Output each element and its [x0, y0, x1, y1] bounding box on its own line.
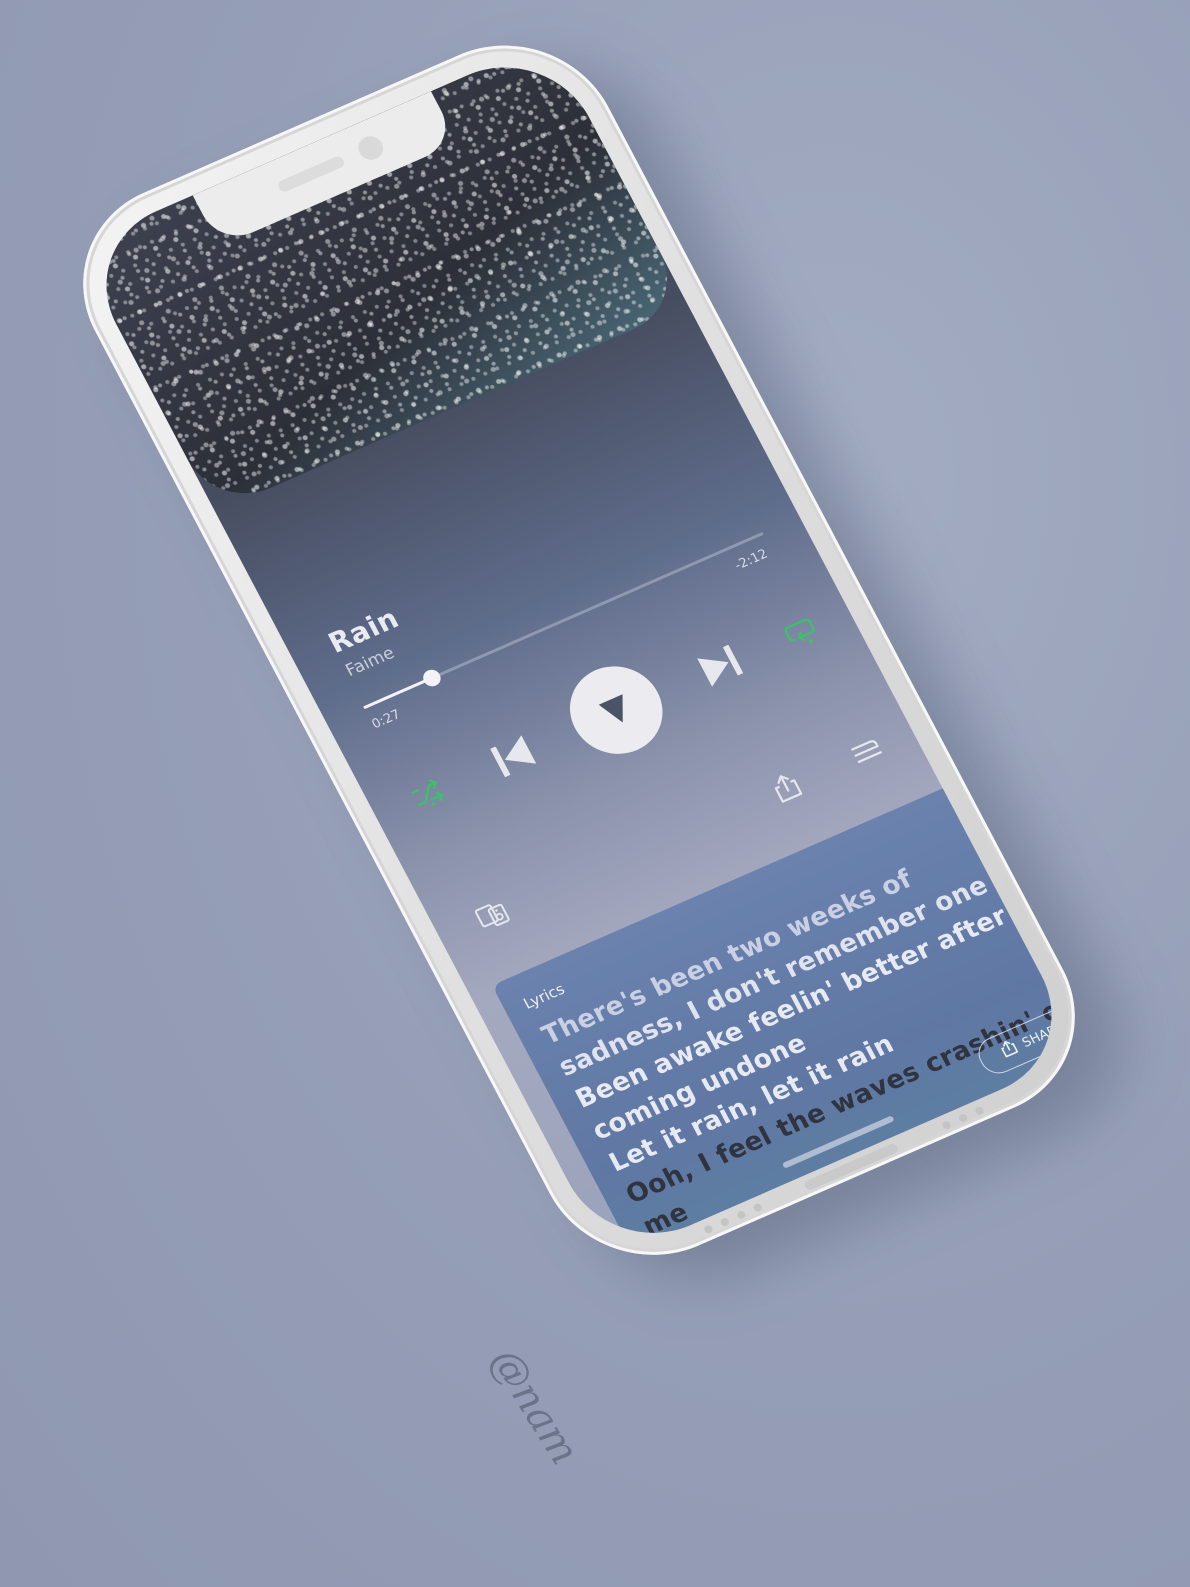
notch-speaker [276, 154, 347, 194]
stage: Rain Faime 0:27 -2:12 Lyrics There's bee… [0, 0, 1190, 1587]
next-button[interactable] [688, 637, 752, 695]
album-art [75, 39, 689, 513]
skip-previous-icon [485, 731, 541, 781]
speaker-grille [735, 1209, 747, 1221]
progress-knob[interactable] [420, 667, 444, 689]
share-icon [996, 1036, 1023, 1063]
speaker-grille [974, 1105, 986, 1116]
progress-fill [362, 676, 433, 710]
queue-icon [847, 733, 888, 770]
lyrics-label: Lyrics [520, 979, 568, 1013]
repeat-one-icon [776, 607, 826, 653]
devices-button[interactable] [468, 892, 518, 938]
play-icon [593, 688, 640, 732]
player-screen: Rain Faime 0:27 -2:12 Lyrics There's bee… [75, 39, 1083, 1261]
elapsed-time: 0:27 [369, 707, 404, 733]
speaker-grille [941, 1120, 953, 1131]
lyrics-card[interactable]: Lyrics There's been two weeks of sadness… [491, 777, 1083, 1261]
speaker-grille [719, 1216, 731, 1228]
share-icon [766, 768, 807, 807]
shuffle-button[interactable] [404, 770, 454, 816]
devices-icon [472, 896, 515, 935]
speaker-grille [957, 1112, 969, 1124]
speaker-grille [752, 1202, 764, 1213]
previous-button[interactable] [481, 727, 545, 785]
share-button[interactable] [762, 764, 812, 810]
lyrics-share-label: SHARE [1019, 1019, 1068, 1051]
speaker-grille [702, 1224, 714, 1235]
play-button[interactable] [554, 652, 679, 768]
remaining-time: -2:12 [732, 546, 771, 574]
phone-bezel: Rain Faime 0:27 -2:12 Lyrics There's bee… [45, 11, 1114, 1289]
repeat-button[interactable] [773, 605, 828, 656]
shuffle-icon [408, 774, 450, 812]
queue-button[interactable] [842, 729, 892, 775]
skip-next-icon [692, 641, 748, 691]
phone-mockup: Rain Faime 0:27 -2:12 Lyrics There's bee… [45, 11, 1160, 1313]
watermark: @nam [480, 1340, 588, 1473]
notch-camera [354, 132, 388, 164]
